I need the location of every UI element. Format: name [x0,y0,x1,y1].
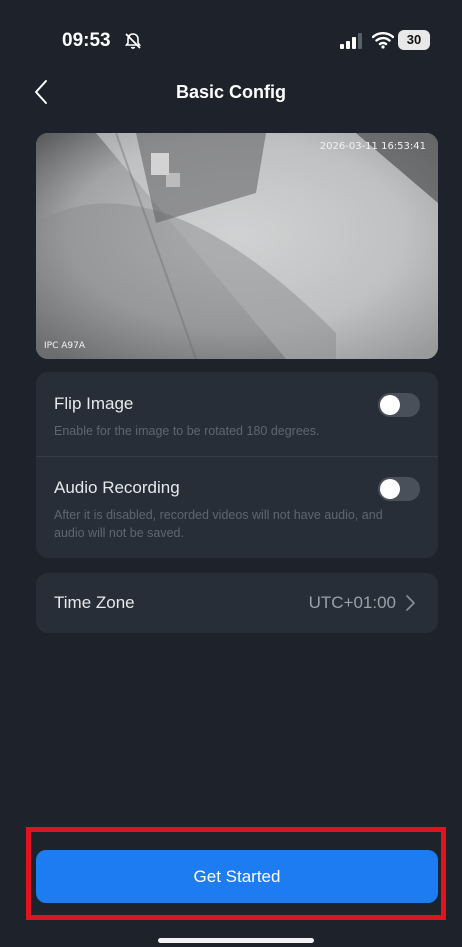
flip-image-row: Flip Image Enable for the image to be ro… [36,372,438,456]
audio-recording-label: Audio Recording [54,478,180,497]
flip-image-label: Flip Image [54,394,134,413]
battery-icon: 30 [398,30,430,50]
toggle-knob [380,395,400,415]
wifi-icon [372,32,394,49]
audio-recording-toggle[interactable] [378,477,420,501]
time-zone-row[interactable]: Time Zone UTC+01:00 [36,573,438,633]
signal-icon [340,33,362,49]
flip-image-toggle[interactable] [378,393,420,417]
get-started-button[interactable]: Get Started [36,850,438,903]
camera-frame-image [36,133,438,359]
audio-recording-description: After it is disabled, recorded videos wi… [54,508,383,540]
settings-card: Flip Image Enable for the image to be ro… [36,372,438,558]
home-indicator [158,938,314,943]
page-title: Basic Config [175,82,286,102]
time-zone-value: UTC+01:00 [308,593,396,612]
preview-camera-label: IPC A97A [44,341,85,351]
flip-image-description: Enable for the image to be rotated 180 d… [54,424,320,438]
audio-recording-row: Audio Recording After it is disabled, re… [36,457,438,557]
camera-preview[interactable]: 2026-03-11 16:53:41 IPC A97A [36,133,438,359]
toggle-knob [380,479,400,499]
bell-slash-icon [124,33,142,49]
time-zone-label: Time Zone [54,593,135,612]
status-time: 09:53 [62,30,111,51]
nav-bar: Basic Config [0,70,462,114]
preview-timestamp: 2026-03-11 16:53:41 [319,141,426,152]
status-bar: 09:53 30 [0,0,462,80]
chevron-right-icon [406,595,415,611]
